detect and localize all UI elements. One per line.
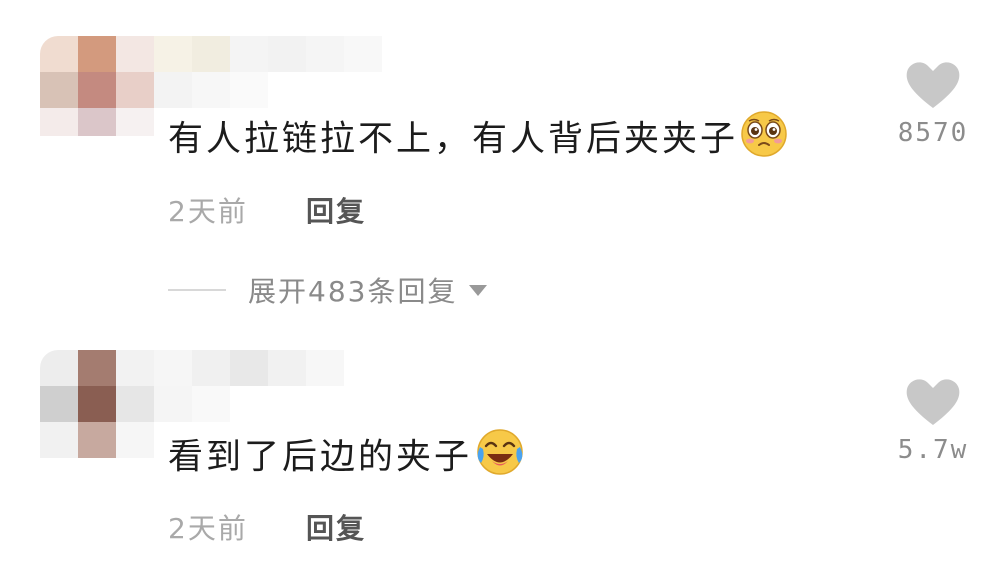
like-count: 8570 <box>897 118 969 148</box>
comment-item: 有人拉链拉不上，有人背后夹夹子 2天前 回复 展开483条回复 8570 <box>0 0 1000 335</box>
laughing-tears-face-icon <box>474 427 526 490</box>
comment-timestamp: 2天前 <box>168 512 248 545</box>
like-button[interactable]: 8570 <box>878 60 988 148</box>
like-button[interactable]: 5.7w <box>878 377 988 465</box>
like-count: 5.7w <box>897 435 969 465</box>
divider-line <box>168 289 226 291</box>
reply-button[interactable]: 回复 <box>306 190 366 230</box>
caret-down-icon <box>469 284 488 296</box>
expand-replies-button[interactable]: 展开483条回复 <box>168 268 488 312</box>
comment-timestamp: 2天前 <box>168 195 248 228</box>
reply-button[interactable]: 回复 <box>306 507 366 547</box>
heart-icon <box>906 62 960 108</box>
heart-icon <box>906 379 960 425</box>
expand-replies-label: 展开483条回复 <box>248 275 458 308</box>
comment-text-content: 有人拉链拉不上，有人背后夹夹子 <box>168 119 739 160</box>
comment-text: 看到了后边的夹子 <box>168 427 526 490</box>
comment-text-content: 看到了后边的夹子 <box>168 437 473 478</box>
comment-item: 看到了后边的夹子 2天前 回复 5.7w <box>0 335 1000 561</box>
pleading-face-icon <box>740 110 788 171</box>
comment-text: 有人拉链拉不上，有人背后夹夹子 <box>168 110 788 171</box>
